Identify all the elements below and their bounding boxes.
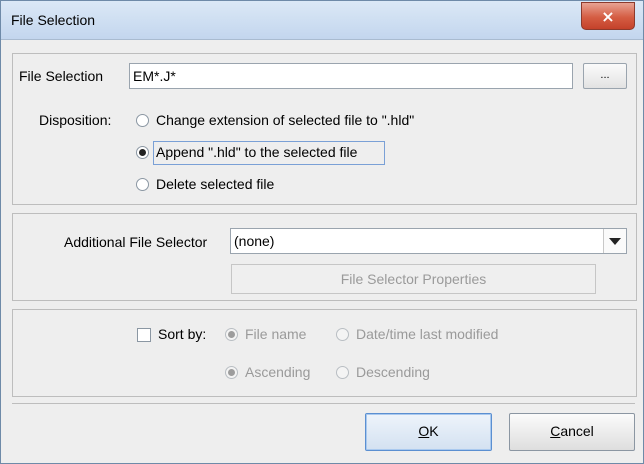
additional-selector-panel: Additional File Selector (none) File Sel… xyxy=(12,213,637,301)
radio-delete-file[interactable] xyxy=(136,178,149,191)
ok-label-rest: K xyxy=(429,423,439,439)
radio-delete-file-label[interactable]: Delete selected file xyxy=(156,176,274,192)
sort-panel: Sort by: File name Date/time last modifi… xyxy=(12,309,637,397)
radio-sort-file-name[interactable] xyxy=(225,328,238,341)
title-bar: File Selection × xyxy=(1,1,643,40)
radio-sort-file-name-label[interactable]: File name xyxy=(245,326,306,342)
radio-change-extension[interactable] xyxy=(136,114,149,127)
radio-ascending-label[interactable]: Ascending xyxy=(245,364,310,380)
file-selection-panel: File Selection EM*.J* ... Disposition: C… xyxy=(12,53,637,205)
file-selection-dialog: File Selection × File Selection EM*.J* .… xyxy=(0,0,644,464)
disposition-label: Disposition: xyxy=(39,112,112,128)
file-selection-input[interactable]: EM*.J* xyxy=(129,63,573,89)
chevron-down-icon[interactable] xyxy=(603,229,626,253)
cancel-mnemonic: C xyxy=(550,423,561,439)
browse-button[interactable]: ... xyxy=(583,63,627,89)
additional-selector-dropdown[interactable]: (none) xyxy=(230,228,627,254)
cancel-label-rest: ancel xyxy=(560,423,594,439)
sort-by-checkbox[interactable] xyxy=(137,328,151,342)
additional-selector-value: (none) xyxy=(234,233,275,249)
cancel-button[interactable]: Cancel xyxy=(509,413,635,451)
ok-button[interactable]: OK xyxy=(365,413,492,451)
sort-by-label[interactable]: Sort by: xyxy=(158,326,206,342)
radio-descending-label[interactable]: Descending xyxy=(356,364,430,380)
radio-append-hld[interactable] xyxy=(136,146,149,159)
radio-append-hld-label[interactable]: Append ".hld" to the selected file xyxy=(156,144,357,160)
file-selector-properties-button[interactable]: File Selector Properties xyxy=(231,264,596,294)
window-title: File Selection xyxy=(11,12,96,28)
radio-sort-date-modified-label[interactable]: Date/time last modified xyxy=(356,326,498,342)
ok-mnemonic: O xyxy=(418,423,430,439)
footer-divider xyxy=(12,403,635,404)
additional-selector-label: Additional File Selector xyxy=(64,234,208,250)
radio-descending[interactable] xyxy=(336,366,349,379)
radio-ascending[interactable] xyxy=(225,366,238,379)
file-selection-label: File Selection xyxy=(19,68,104,84)
close-icon: × xyxy=(601,6,615,26)
close-button[interactable]: × xyxy=(581,2,635,30)
radio-sort-date-modified[interactable] xyxy=(336,328,349,341)
radio-change-extension-label[interactable]: Change extension of selected file to ".h… xyxy=(156,112,414,128)
